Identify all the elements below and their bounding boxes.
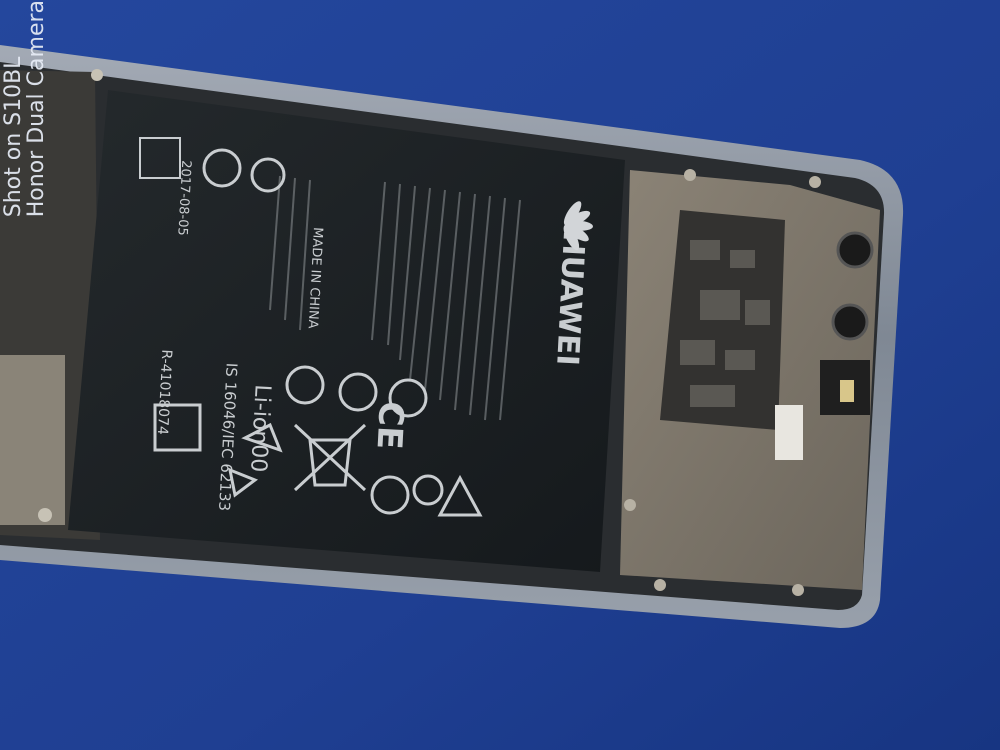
camera-lens-icon [831,303,869,341]
ce-mark: CE [368,400,410,450]
screw [654,579,666,591]
screw [91,69,103,81]
watermark-line2: Honor Dual Camera [24,0,50,218]
flash-contact [840,380,854,402]
battery-pack [68,90,625,572]
screw [624,499,636,511]
camera-lens-icon [836,231,874,269]
screw [684,169,696,181]
watermark-line1: Shot on S10BL [1,56,26,218]
battery-brand: HUAWEI [549,230,591,367]
speaker-module [0,355,65,525]
screw [809,176,821,188]
phone-teardown-photo: HUAWEI Li-ion00 IS 16046/IEC 62133 R-410… [0,0,1000,750]
screw [38,508,52,522]
serial-label [775,405,803,460]
camera-watermark: Shot on S10BL Honor Dual Camera [1,0,50,218]
screw [792,584,804,596]
